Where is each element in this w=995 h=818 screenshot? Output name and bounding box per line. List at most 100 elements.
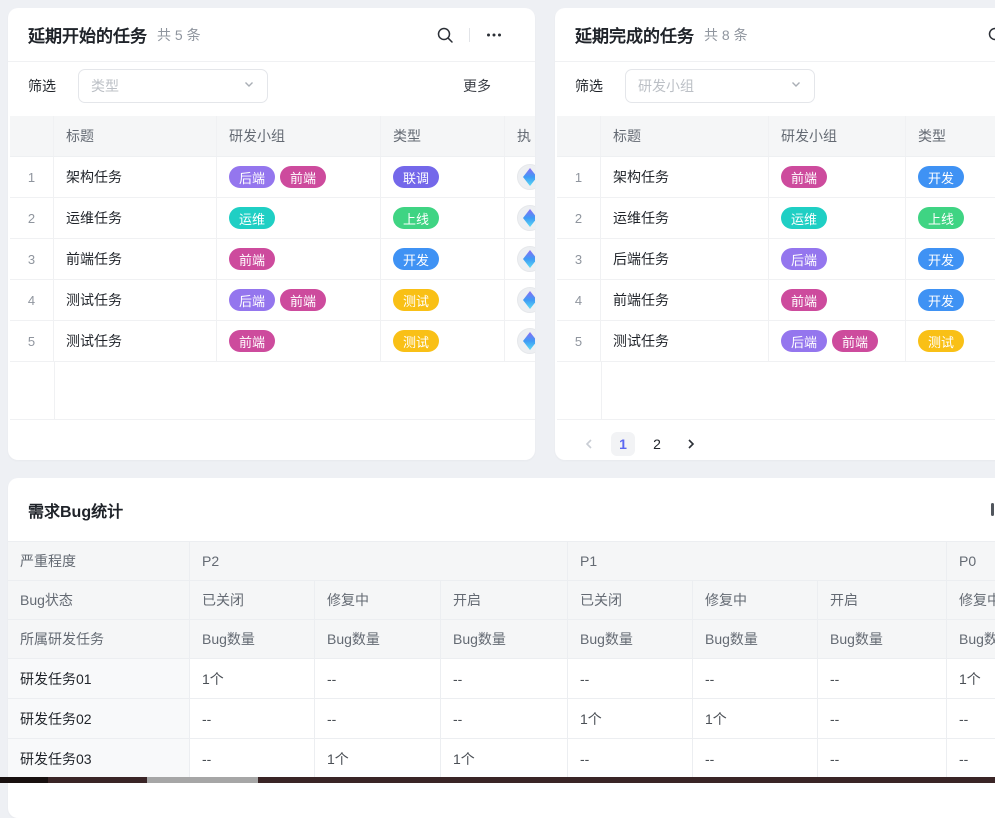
task-title-cell: 架构任务 [54, 157, 217, 197]
group-tag: 前端 [229, 330, 275, 352]
table-row[interactable]: 5 测试任务 后端 前端 测试 [557, 321, 995, 362]
group-tags-cell: 运维 [769, 198, 906, 238]
panel-action-icon-partial[interactable] [991, 503, 994, 516]
table-row[interactable]: 4 测试任务 后端 前端 测试 [10, 280, 535, 321]
type-cell: 开发 [906, 280, 995, 320]
more-filters-link[interactable]: 更多 [463, 76, 491, 96]
page-title: 需求Bug统计 [28, 498, 123, 522]
group-tags-cell: 前端 [769, 157, 906, 197]
task-label-cell: 所属研发任务 [8, 620, 190, 659]
status-cell: 修复中 [315, 581, 441, 620]
table-row[interactable]: 4 前端任务 前端 开发 [557, 280, 995, 321]
bug-table-row: 研发任务01 1个 -- -- -- -- -- 1个 [8, 659, 995, 699]
table-row[interactable]: 1 架构任务 后端 前端 联调 [10, 157, 535, 198]
page-prev-button[interactable] [577, 432, 601, 456]
table-empty-area [10, 362, 535, 420]
bug-count-cell: 1个 [190, 659, 315, 699]
task-title-cell: 前端任务 [54, 239, 217, 279]
type-tag: 开发 [918, 248, 964, 270]
assignee-avatar [517, 205, 535, 231]
bug-count-cell: -- [818, 659, 947, 699]
page-button-2[interactable]: 2 [645, 432, 669, 456]
row-index: 3 [557, 239, 601, 279]
bug-count-cell: 1个 [693, 699, 818, 739]
bug-count-cell: -- [947, 699, 995, 739]
filter-select-group[interactable]: 研发小组 [625, 69, 815, 103]
task-name-cell: 研发任务03 [8, 739, 190, 779]
task-name-cell: 研发任务02 [8, 699, 190, 739]
type-cell: 测试 [381, 321, 505, 361]
table-row[interactable]: 2 运维任务 运维 上线 [557, 198, 995, 239]
table-empty-area [557, 362, 995, 420]
row-index: 1 [10, 157, 54, 197]
table-row[interactable]: 1 架构任务 前端 开发 [557, 157, 995, 198]
page-button-1[interactable]: 1 [611, 432, 635, 456]
status-cell: 已关闭 [190, 581, 315, 620]
status-cell: 修复中 [947, 581, 995, 620]
assignee-cell [505, 239, 535, 279]
task-title-cell: 前端任务 [601, 280, 769, 320]
assignee-cell [505, 321, 535, 361]
group-tags-cell: 前端 [769, 280, 906, 320]
group-tag: 前端 [229, 248, 275, 270]
type-cell: 开发 [906, 239, 995, 279]
group-tags-cell: 前端 [217, 239, 381, 279]
count-label-cell: Bug数量 [947, 620, 995, 659]
more-options-icon[interactable] [485, 26, 503, 44]
assignee-cell [505, 157, 535, 197]
group-tags-cell: 后端 前端 [217, 157, 381, 197]
type-tag: 上线 [918, 207, 964, 229]
group-tag: 前端 [781, 289, 827, 311]
task-title-cell: 后端任务 [601, 239, 769, 279]
status-cell: 开启 [441, 581, 568, 620]
scrollbar-thumb[interactable] [147, 777, 258, 783]
bug-count-cell: -- [693, 739, 818, 779]
count-header-row: 所属研发任务 Bug数量 Bug数量 Bug数量 Bug数量 Bug数量 Bug… [8, 620, 995, 659]
table-row[interactable]: 2 运维任务 运维 上线 [10, 198, 535, 239]
bug-count-cell: -- [315, 659, 441, 699]
panel-header: 延期完成的任务 共 8 条 [555, 8, 995, 62]
group-tag: 后端 [781, 248, 827, 270]
group-tags-cell: 后端 前端 [217, 280, 381, 320]
column-header-index [557, 116, 601, 156]
group-tags-cell: 前端 [217, 321, 381, 361]
group-tags-cell: 后端 [769, 239, 906, 279]
type-cell: 上线 [906, 198, 995, 238]
group-tags-cell: 后端 前端 [769, 321, 906, 361]
type-cell: 测试 [381, 280, 505, 320]
chevron-right-icon [684, 437, 698, 451]
type-tag: 开发 [918, 166, 964, 188]
count-label-cell: Bug数量 [693, 620, 818, 659]
horizontal-scrollbar[interactable] [0, 777, 995, 783]
bug-count-cell: -- [818, 699, 947, 739]
column-header-type: 类型 [381, 116, 505, 156]
type-cell: 上线 [381, 198, 505, 238]
type-cell: 开发 [381, 239, 505, 279]
type-tag: 测试 [918, 330, 964, 352]
chevron-down-icon [790, 77, 802, 95]
task-title-cell: 运维任务 [601, 198, 769, 238]
group-tag: 后端 [781, 330, 827, 352]
column-header-index [10, 116, 54, 156]
divider [469, 28, 470, 42]
filter-select-type[interactable]: 类型 [78, 69, 268, 103]
filter-bar: 筛选 类型 更多 [8, 62, 535, 110]
table-header-row: 标题 研发小组 类型 执 [10, 116, 535, 157]
page-next-button[interactable] [679, 432, 703, 456]
chevron-down-icon [243, 77, 255, 95]
column-header-title: 标题 [54, 116, 217, 156]
delayed-finish-table: 标题 研发小组 类型 1 架构任务 前端 开发 2 运维任务 运维 上线 3 [557, 116, 995, 420]
task-title-cell: 测试任务 [54, 280, 217, 320]
table-row[interactable]: 3 后端任务 后端 开发 [557, 239, 995, 280]
search-icon[interactable] [436, 26, 454, 44]
bug-count-cell: -- [441, 699, 568, 739]
bug-table-row: 研发任务03 -- 1个 1个 -- -- -- -- [8, 739, 995, 779]
column-header-title: 标题 [601, 116, 769, 156]
table-row[interactable]: 5 测试任务 前端 测试 [10, 321, 535, 362]
bug-count-cell: 1个 [315, 739, 441, 779]
group-tag: 前端 [832, 330, 878, 352]
group-tag: 前端 [781, 166, 827, 188]
chevron-left-icon [582, 437, 596, 451]
search-icon[interactable] [987, 26, 995, 44]
table-row[interactable]: 3 前端任务 前端 开发 [10, 239, 535, 280]
